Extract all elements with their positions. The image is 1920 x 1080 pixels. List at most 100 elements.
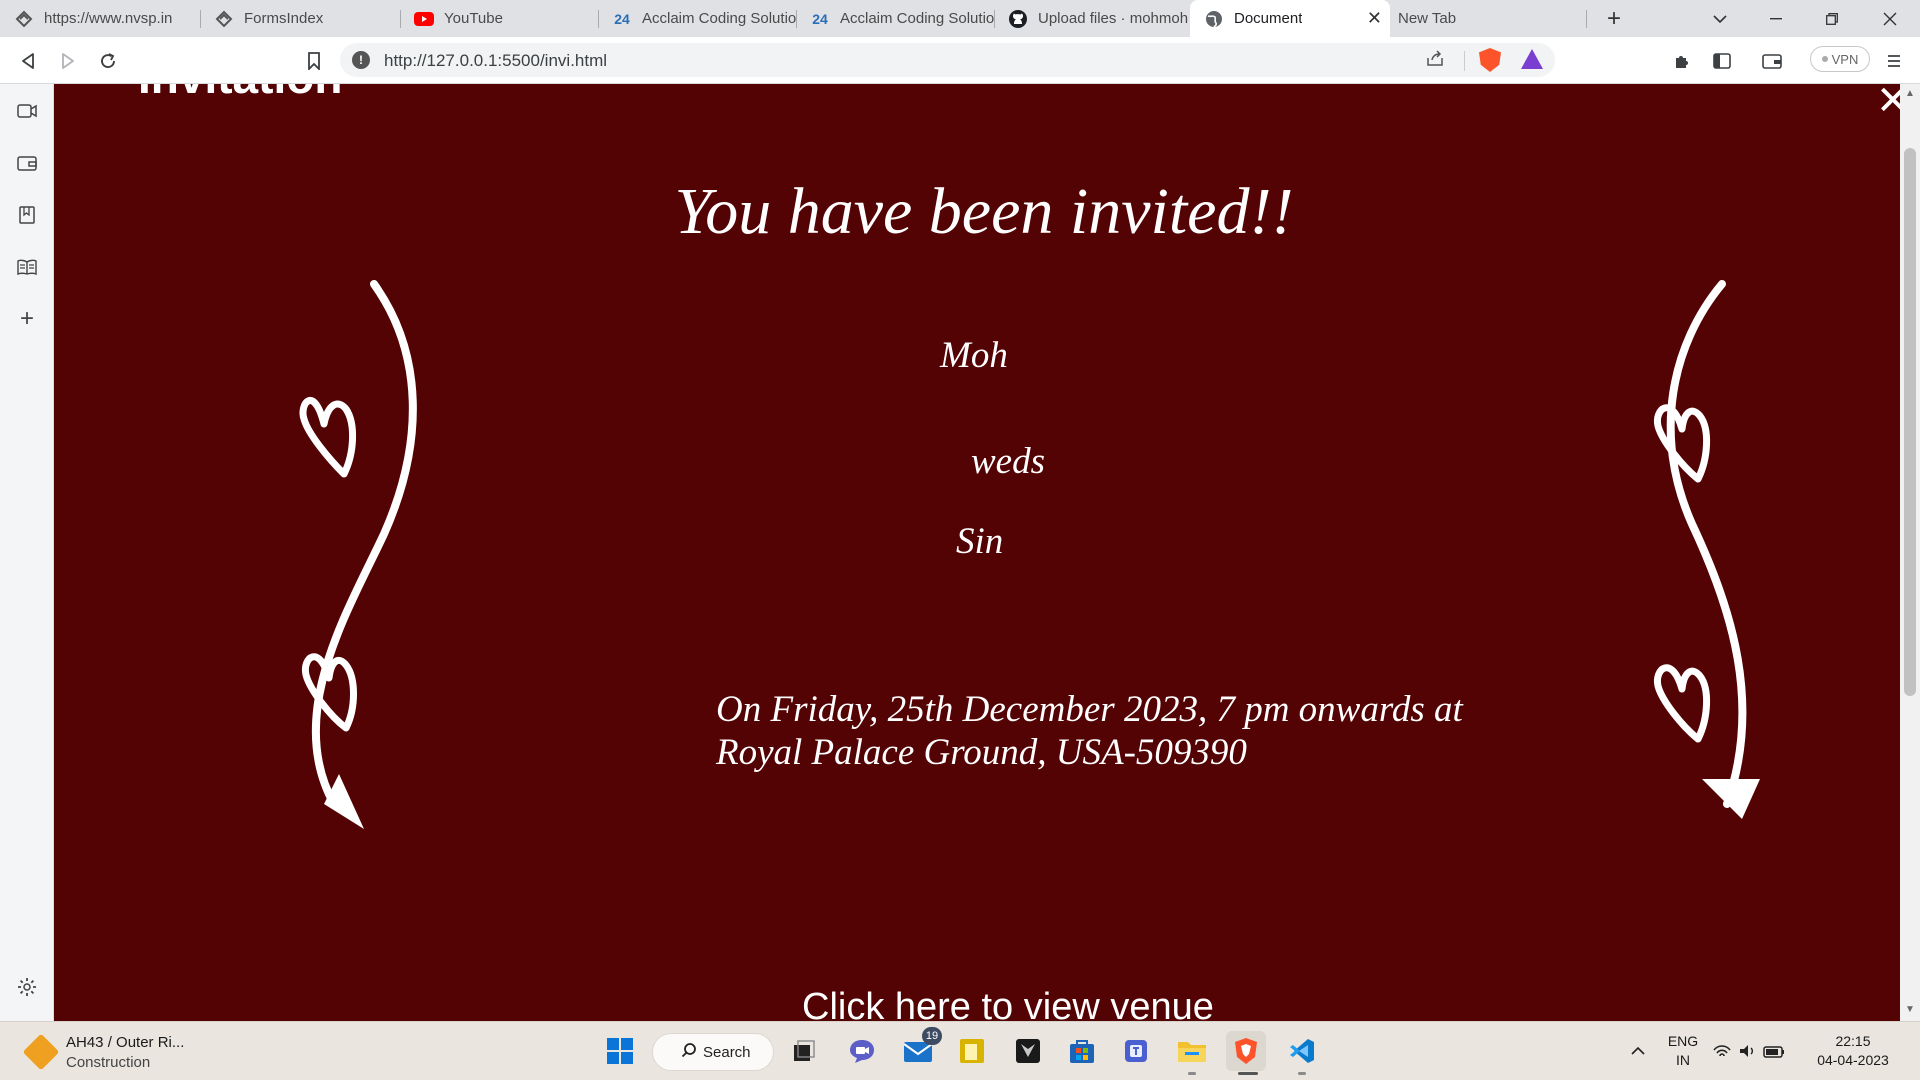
scrollbar-thumb[interactable] — [1904, 148, 1916, 696]
task-view-icon[interactable] — [784, 1031, 824, 1071]
windows-taskbar: AH43 / Outer Ri... Construction Search 1… — [0, 1021, 1920, 1080]
view-venue-link[interactable]: Click here to view venue — [802, 986, 1214, 1021]
reload-icon[interactable] — [92, 45, 124, 77]
search-icon — [681, 1042, 697, 1063]
page-heading: Invitation — [138, 84, 342, 104]
running-indicator — [1188, 1072, 1196, 1075]
language-indicator[interactable]: ENG IN — [1664, 1032, 1702, 1070]
brave-rewards-icon[interactable] — [1521, 49, 1543, 69]
clock[interactable]: 22:15 04-04-2023 — [1808, 1032, 1898, 1070]
address-bar[interactable]: ! http://127.0.0.1:5500/invi.html — [340, 43, 1555, 77]
tab-close-icon[interactable]: ✕ — [1367, 9, 1382, 27]
close-icon[interactable]: ✕ — [1876, 84, 1900, 124]
tab-title: Acclaim Coding Solutio — [642, 10, 796, 27]
omnibox-divider — [1464, 51, 1465, 71]
event-venue: Royal Palace Ground, USA-509390 — [716, 732, 1247, 773]
start-windows-icon[interactable] — [600, 1031, 640, 1071]
tab-new-tab[interactable]: New Tab — [1390, 0, 1586, 37]
right-heart-arrow-decoration — [1653, 280, 1760, 819]
event-details: On Friday, 25th December 2023, 7 pm onwa… — [716, 688, 1616, 774]
invitation-page: Invitation ✕ You have been invited!! Moh… — [54, 84, 1900, 1021]
region-code: IN — [1676, 1052, 1690, 1068]
tab-title: Upload files · mohmoh — [1038, 10, 1188, 27]
minimize-icon[interactable] — [1756, 0, 1796, 37]
nvsp-logo-icon — [214, 9, 234, 29]
active-indicator — [1238, 1072, 1258, 1075]
restore-icon[interactable] — [1812, 0, 1852, 37]
github-icon — [1008, 9, 1028, 29]
weather-subtitle: Construction — [66, 1054, 151, 1071]
chat-icon[interactable] — [842, 1031, 882, 1071]
reading-list-icon[interactable] — [14, 254, 40, 280]
invited-heading: You have been invited!! — [674, 175, 1294, 248]
tab-youtube[interactable]: YouTube — [400, 0, 598, 37]
url-text[interactable]: http://127.0.0.1:5500/invi.html — [384, 51, 607, 71]
site-info-icon[interactable]: ! — [352, 51, 370, 69]
globe-icon — [1204, 9, 1224, 29]
bride-name: Sin — [956, 521, 1004, 562]
running-indicator — [1298, 1072, 1306, 1075]
extensions-puzzle-icon[interactable] — [1666, 45, 1698, 77]
bookmark-icon[interactable] — [298, 45, 330, 77]
navigation-toolbar: ! http://127.0.0.1:5500/invi.html VPN — [0, 37, 1920, 84]
back-icon[interactable] — [12, 45, 44, 77]
tab-search-chevron-icon[interactable] — [1700, 0, 1740, 37]
nvsp-logo-icon — [14, 9, 34, 29]
clock-date: 04-04-2023 — [1817, 1052, 1889, 1068]
weds-text: weds — [971, 441, 1045, 482]
new-tab-plus-icon[interactable]: + — [1596, 0, 1632, 37]
window-close-icon[interactable] — [1870, 0, 1910, 37]
sidebar-settings-icon[interactable] — [14, 974, 40, 1000]
tab-strip: https://www.nvsp.in FormsIndex YouTube 2… — [0, 0, 1920, 37]
event-date-time: On Friday, 25th December 2023, 7 pm onwa… — [716, 689, 1463, 730]
forward-icon[interactable] — [52, 45, 84, 77]
vpn-label: VPN — [1831, 51, 1859, 67]
predator-app-icon[interactable] — [1008, 1031, 1048, 1071]
tab-separator — [1586, 10, 1587, 28]
acclaim-24-icon: 24 — [614, 10, 630, 27]
language-code: ENG — [1667, 1033, 1699, 1049]
scroll-up-arrow-icon[interactable]: ▲ — [1905, 88, 1915, 99]
system-tray-chevron-icon[interactable] — [1618, 1031, 1658, 1071]
construction-warning-icon — [22, 1033, 60, 1071]
sticky-notes-icon[interactable] — [952, 1031, 992, 1071]
sidebar-toggle-icon[interactable] — [1706, 45, 1738, 77]
tab-title: New Tab — [1398, 10, 1457, 27]
brave-shield-icon[interactable] — [1479, 48, 1501, 72]
file-explorer-icon[interactable] — [1172, 1031, 1212, 1071]
quick-settings[interactable] — [1710, 1031, 1790, 1071]
search-label: Search — [703, 1043, 751, 1061]
bookmarks-icon[interactable] — [14, 202, 40, 228]
menu-hamburger-icon[interactable] — [1878, 45, 1910, 77]
tab-acclaim-1[interactable]: 24 Acclaim Coding Solutio — [598, 0, 796, 37]
left-heart-arrow-decoration — [299, 280, 417, 829]
weather-title: AH43 / Outer Ri... — [66, 1034, 185, 1051]
taskbar-search[interactable]: Search — [652, 1033, 774, 1071]
add-sidebar-item-icon[interactable]: + — [14, 305, 40, 332]
vpn-button[interactable]: VPN — [1810, 46, 1870, 72]
wallet-sidebar-icon[interactable] — [14, 150, 40, 176]
tab-document[interactable]: Document ✕ — [1190, 0, 1390, 37]
mail-icon[interactable]: 19 — [898, 1027, 942, 1071]
scroll-down-arrow-icon[interactable]: ▼ — [1905, 1004, 1915, 1015]
page-scrollbar[interactable]: ▲ ▼ — [1900, 84, 1920, 1021]
tab-title: https://www.nvsp.in — [44, 10, 173, 27]
tab-formsindex[interactable]: FormsIndex — [200, 0, 400, 37]
share-icon[interactable] — [1425, 49, 1445, 72]
tab-acclaim-2[interactable]: 24 Acclaim Coding Solutio — [796, 0, 994, 37]
brave-browser-taskbar-icon[interactable] — [1226, 1031, 1266, 1071]
teams-icon[interactable] — [1116, 1031, 1156, 1071]
tab-nvsp[interactable]: https://www.nvsp.in — [0, 0, 200, 37]
tab-title: YouTube — [444, 10, 503, 27]
youtube-icon — [414, 9, 434, 29]
weather-widget[interactable]: AH43 / Outer Ri... Construction — [22, 1032, 224, 1072]
microsoft-store-icon[interactable] — [1062, 1031, 1102, 1071]
tab-title: Document — [1234, 10, 1303, 27]
video-call-icon[interactable] — [14, 98, 40, 124]
groom-name: Moh — [940, 335, 1008, 376]
tab-title: FormsIndex — [244, 10, 324, 27]
tab-github-upload[interactable]: Upload files · mohmoh — [994, 0, 1188, 37]
browser-sidebar: + — [0, 84, 54, 1021]
wallet-icon[interactable] — [1756, 45, 1788, 77]
vscode-icon[interactable] — [1282, 1031, 1322, 1071]
